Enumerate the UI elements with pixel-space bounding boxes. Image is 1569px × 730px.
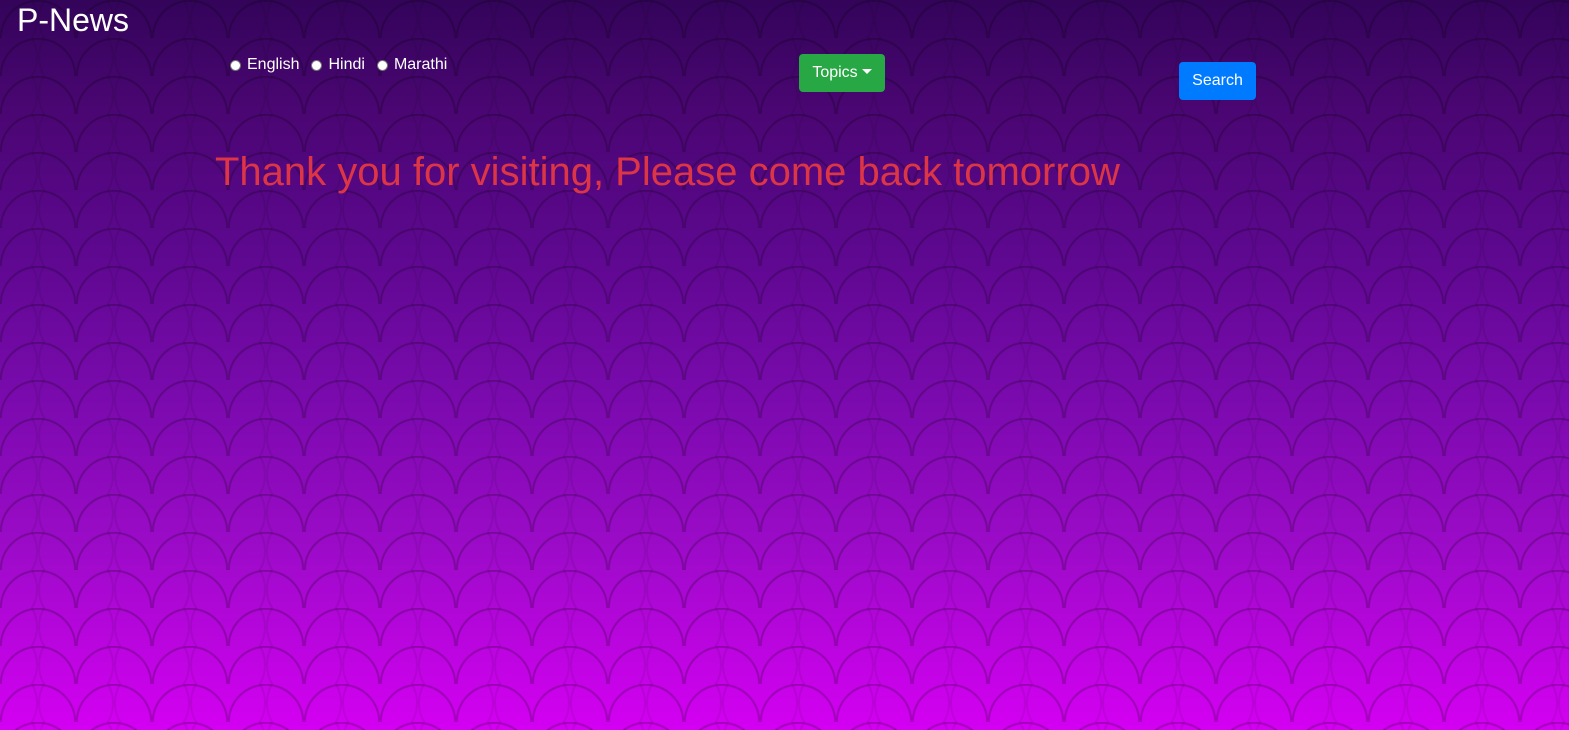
caret-down-icon [861, 68, 872, 74]
marathi-radio[interactable] [376, 59, 388, 71]
page-background: P-News English Hindi Marathi Topics Sear… [0, 0, 1569, 730]
language-selector: English Hindi Marathi [230, 56, 459, 74]
hindi-radio[interactable] [311, 59, 323, 71]
language-label: Hindi [328, 56, 365, 73]
closing-message: Thank you for visiting, Please come back… [215, 150, 1120, 194]
language-option-marathi[interactable]: Marathi [376, 56, 448, 74]
topics-label: Topics [812, 64, 858, 81]
language-label: Marathi [393, 56, 448, 73]
search-button[interactable]: Search [1179, 62, 1256, 100]
scale-pattern [0, 0, 1569, 730]
english-radio[interactable] [230, 59, 241, 71]
language-option-english[interactable]: English [230, 56, 299, 74]
language-label: English [247, 56, 300, 73]
language-option-hindi[interactable]: Hindi [311, 56, 365, 74]
topics-dropdown-button[interactable]: Topics [799, 54, 885, 92]
site-brand[interactable]: P-News [17, 2, 129, 38]
